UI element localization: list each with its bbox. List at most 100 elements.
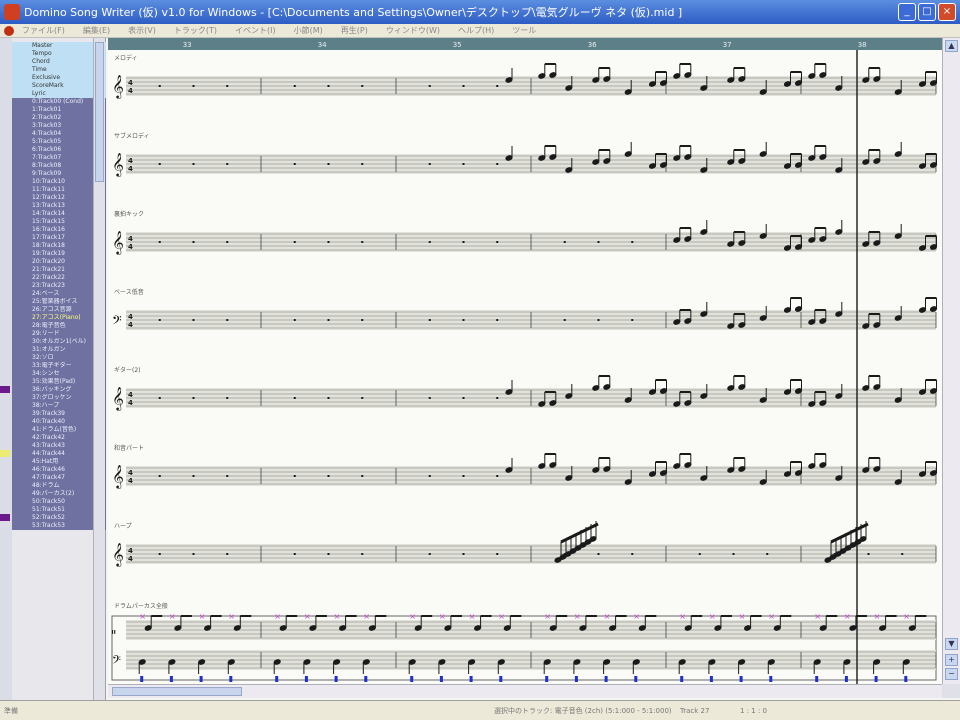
horizontal-scroll-thumb[interactable]	[112, 687, 242, 696]
score-horizontal-scrollbar[interactable]	[108, 684, 942, 698]
track-list-scrollbar[interactable]	[93, 38, 105, 700]
rest-mark	[327, 553, 330, 555]
bass-clef-icon: 𝄢	[112, 313, 122, 331]
sidebar-track-40[interactable]: 40:Track40	[12, 418, 106, 426]
sidebar-track-31[interactable]: 31:オルガン	[12, 346, 106, 354]
sidebar-track-29[interactable]: 29:リード	[12, 330, 106, 338]
menu-item-3[interactable]: トラック(T)	[174, 25, 217, 36]
rest-mark	[158, 397, 161, 399]
sidebar-track-21[interactable]: 21:Track21	[12, 266, 106, 274]
sidebar-track-14[interactable]: 14:Track14	[12, 210, 106, 218]
sidebar-track-12[interactable]: 12:Track12	[12, 194, 106, 202]
sidebar-track-33[interactable]: 33:電子ギター	[12, 362, 106, 370]
sidebar-track-30[interactable]: 30:オルガン1(ベル)	[12, 338, 106, 346]
sidebar-track-16[interactable]: 16:Track16	[12, 226, 106, 234]
app-menu-icon[interactable]	[4, 26, 14, 36]
sidebar-track-45[interactable]: 45:Hat用	[12, 458, 106, 466]
sidebar-track-18[interactable]: 18:Track18	[12, 242, 106, 250]
sidebar-header-scoremark[interactable]: ScoreMark	[12, 82, 106, 90]
sidebar-track-51[interactable]: 51:Track51	[12, 506, 106, 514]
sidebar-track-28[interactable]: 28:電子音色	[12, 322, 106, 330]
kick-mark	[304, 676, 308, 682]
score-canvas[interactable]: 33 34 35 36 37 38メロディ𝄞 44サブメロディ𝄞 44裏拍キック𝄞 44ベース低…	[108, 38, 942, 684]
sidebar-track-49[interactable]: 49:パーカス(2)	[12, 490, 106, 498]
sidebar-track-52[interactable]: 52:Track52	[12, 514, 106, 522]
sidebar-track-44[interactable]: 44:Track44	[12, 450, 106, 458]
sidebar-track-41[interactable]: 41:ドラム(音色)	[12, 426, 106, 434]
treble-clef-icon: 𝄞	[112, 74, 124, 99]
sidebar-header-lyric[interactable]: Lyric	[12, 90, 106, 98]
kick-mark	[769, 676, 773, 682]
score-vertical-scrollbar[interactable]: ▲ ▼ + −	[942, 38, 960, 684]
sidebar-header-tempo[interactable]: Tempo	[12, 50, 106, 58]
sidebar-track-8[interactable]: 8:Track08	[12, 162, 106, 170]
sidebar-track-26[interactable]: 26:アコス音源	[12, 306, 106, 314]
scroll-down-arrow-icon[interactable]: ▼	[945, 638, 958, 650]
sidebar-track-50[interactable]: 50:Track50	[12, 498, 106, 506]
sidebar-header-chord[interactable]: Chord	[12, 58, 106, 66]
sidebar-track-39[interactable]: 39:Track39	[12, 410, 106, 418]
time-signature-bottom: 4	[128, 399, 133, 407]
menu-item-5[interactable]: 小節(M)	[294, 25, 323, 36]
menu-item-6[interactable]: 再生(P)	[341, 25, 368, 36]
menu-item-0[interactable]: ファイル(F)	[22, 25, 65, 36]
sidebar-track-46[interactable]: 46:Track46	[12, 466, 106, 474]
sidebar-track-9[interactable]: 9:Track09	[12, 170, 106, 178]
time-signature-top: 4	[128, 79, 133, 87]
zoom-out-icon[interactable]: −	[945, 668, 958, 680]
sidebar-header-time[interactable]: Time	[12, 66, 106, 74]
menu-item-1[interactable]: 編集(E)	[83, 25, 110, 36]
kick-mark	[874, 676, 878, 682]
sidebar-track-1[interactable]: 1:Track01	[12, 106, 106, 114]
rest-mark	[158, 85, 161, 87]
kick-mark	[364, 676, 368, 682]
sidebar-track-42[interactable]: 42:Track42	[12, 434, 106, 442]
sidebar-track-27[interactable]: 27:アコス(Piano)	[12, 314, 106, 322]
sidebar-track-4[interactable]: 4:Track04	[12, 130, 106, 138]
menu-item-7[interactable]: ウィンドウ(W)	[386, 25, 440, 36]
sidebar-track-11[interactable]: 11:Track11	[12, 186, 106, 194]
menu-item-4[interactable]: イベント(I)	[235, 25, 276, 36]
sidebar-track-34[interactable]: 34:シンセ	[12, 370, 106, 378]
rest-mark	[462, 397, 465, 399]
menu-item-8[interactable]: ヘルプ(H)	[458, 25, 494, 36]
sidebar-track-48[interactable]: 48:ドラム	[12, 482, 106, 490]
menu-item-2[interactable]: 表示(V)	[128, 25, 156, 36]
minimize-button[interactable]: _	[898, 3, 916, 21]
menu-item-9[interactable]: ツール	[512, 25, 536, 36]
sidebar-track-38[interactable]: 38:ハープ	[12, 402, 106, 410]
sidebar-track-23[interactable]: 23:Track23	[12, 282, 106, 290]
sidebar-track-47[interactable]: 47:Track47	[12, 474, 106, 482]
sidebar-track-43[interactable]: 43:Track43	[12, 442, 106, 450]
sidebar-track-20[interactable]: 20:Track20	[12, 258, 106, 266]
sidebar-track-0[interactable]: 0:Track00 (Cond)	[12, 98, 106, 106]
sidebar-track-7[interactable]: 7:Track07	[12, 154, 106, 162]
sidebar-track-10[interactable]: 10:Track10	[12, 178, 106, 186]
close-button[interactable]: ×	[938, 3, 956, 21]
sidebar-header-exclusive[interactable]: Exclusive	[12, 74, 106, 82]
sidebar-track-35[interactable]: 35:効果音(Pad)	[12, 378, 106, 386]
sidebar-track-2[interactable]: 2:Track02	[12, 114, 106, 122]
sidebar-track-3[interactable]: 3:Track03	[12, 122, 106, 130]
sidebar-track-13[interactable]: 13:Track13	[12, 202, 106, 210]
sidebar-track-5[interactable]: 5:Track05	[12, 138, 106, 146]
zoom-in-icon[interactable]: +	[945, 654, 958, 666]
sidebar-track-15[interactable]: 15:Track15	[12, 218, 106, 226]
sidebar-header-master[interactable]: Master	[12, 42, 106, 50]
sidebar-track-6[interactable]: 6:Track06	[12, 146, 106, 154]
kick-mark	[169, 676, 173, 682]
sidebar-track-53[interactable]: 53:Track53	[12, 522, 106, 530]
sidebar-track-36[interactable]: 36:バッキング	[12, 386, 106, 394]
sidebar-track-32[interactable]: 32:ソロ	[12, 354, 106, 362]
score-view[interactable]: 33 34 35 36 37 38 メロディ 𝄞 4 4 サブメロディ 𝄞 4 4 裏拍キック 𝄞 4 4 ベース低…	[108, 38, 942, 684]
sidebar-track-25[interactable]: 25:管楽器ボイス	[12, 298, 106, 306]
sidebar-track-37[interactable]: 37:グロッケン	[12, 394, 106, 402]
time-signature-bottom: 4	[128, 165, 133, 173]
sidebar-track-24[interactable]: 24:ベース	[12, 290, 106, 298]
sidebar-track-19[interactable]: 19:Track19	[12, 250, 106, 258]
maximize-button[interactable]: □	[918, 3, 936, 21]
scroll-up-arrow-icon[interactable]: ▲	[945, 40, 958, 52]
sidebar-track-17[interactable]: 17:Track17	[12, 234, 106, 242]
sidebar-track-22[interactable]: 22:Track22	[12, 274, 106, 282]
track-list-scroll-thumb[interactable]	[95, 42, 104, 182]
